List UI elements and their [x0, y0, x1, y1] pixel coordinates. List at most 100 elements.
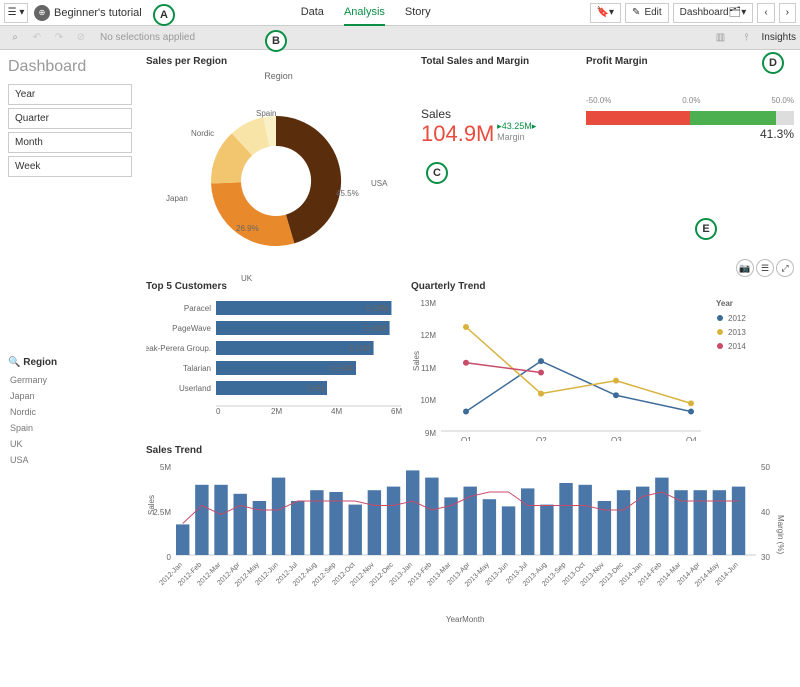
svg-text:Margin (%): Margin (%): [776, 515, 785, 554]
edit-label: Edit: [644, 7, 661, 18]
fullscreen-icon[interactable]: ⤢: [776, 259, 794, 277]
tab-story[interactable]: Story: [405, 0, 431, 26]
svg-text:PageWave: PageWave: [172, 324, 211, 333]
svg-text:4M: 4M: [331, 407, 342, 416]
snapshot-icon[interactable]: 📷: [736, 259, 754, 277]
quarterly-trend-chart[interactable]: 📷 ☰ ⤢ Quarterly Trend Sales 13M 12M 11M …: [411, 281, 794, 441]
gauge-tick: 50.0%: [771, 96, 794, 105]
top5-title: Top 5 Customers: [146, 281, 411, 292]
tab-data[interactable]: Data: [301, 0, 324, 26]
region-filter: 🔍 Region Germany Japan Nordic Spain UK U…: [8, 357, 132, 468]
callout-b: B: [265, 30, 287, 52]
gauge-tick: -50.0%: [586, 96, 611, 105]
clear-selections-icon[interactable]: ⊘: [70, 29, 92, 47]
callout-d: D: [762, 52, 784, 74]
svg-text:3.6M: 3.6M: [306, 384, 324, 393]
region-filter-title: 🔍 Region: [8, 357, 132, 368]
svg-text:Spain: Spain: [256, 109, 276, 118]
gauge-ticks: -50.0% 0.0% 50.0%: [586, 96, 794, 105]
kpi-sales-label: Sales: [421, 107, 586, 121]
prev-sheet-button[interactable]: ‹: [757, 3, 774, 23]
top5-chart[interactable]: Top 5 Customers Paracel5.69MPageWave5.63…: [146, 281, 411, 441]
kpi-title: Total Sales and Margin: [421, 56, 586, 67]
kpi-margin-value: 43.25M: [502, 121, 532, 131]
tab-analysis[interactable]: Analysis: [344, 0, 385, 26]
exploration-icon[interactable]: ☰: [756, 259, 774, 277]
svg-text:Q4: Q4: [686, 436, 697, 441]
svg-text:Deak-Perera Group.: Deak-Perera Group.: [146, 344, 211, 353]
svg-text:Userland: Userland: [179, 384, 211, 393]
svg-text:Japan: Japan: [166, 194, 188, 203]
svg-text:6M: 6M: [391, 407, 402, 416]
selections-bar: ⌕ ↶ ↷ ⊘ No selections applied ▥ ⫯ Insigh…: [0, 26, 800, 50]
svg-text:Paracel: Paracel: [184, 304, 211, 313]
svg-text:Q3: Q3: [611, 436, 622, 441]
gauge-bar: [586, 111, 794, 125]
donut-svg: 45.5% 26.9% USA UK Japan Nordic Spain: [146, 81, 411, 281]
kpi-margin: ▸43.25M▸Margin: [497, 121, 536, 142]
svg-text:2014: 2014: [728, 342, 746, 351]
region-item[interactable]: Japan: [8, 388, 132, 404]
next-sheet-button[interactable]: ›: [779, 3, 796, 23]
svg-text:5.69M: 5.69M: [366, 304, 389, 313]
donut-title: Sales per Region: [146, 56, 411, 67]
svg-text:10M: 10M: [420, 396, 436, 405]
svg-text:50: 50: [761, 463, 770, 472]
donut-chart[interactable]: Sales per Region Region 45.5% 26.9% USA …: [146, 56, 411, 281]
insights-label[interactable]: Insights: [762, 32, 796, 43]
sales-trend-chart[interactable]: Sales Trend Sales Margin (%) 5M 2.5M 0 5…: [146, 445, 794, 625]
app-title: Beginner's tutorial: [54, 7, 142, 19]
filter-week[interactable]: Week: [8, 156, 132, 177]
gauge-tick: 0.0%: [682, 96, 700, 105]
gauge-value: 41.3%: [586, 127, 794, 141]
svg-text:0: 0: [167, 553, 172, 562]
sidebar: Dashboard Year Quarter Month Week 🔍 Regi…: [0, 50, 140, 687]
sheet-dropdown-label: Dashboard: [680, 7, 729, 18]
no-selections-label: No selections applied: [100, 32, 195, 43]
kpi-sales-value: 104.9M: [421, 121, 494, 146]
selections-tool-icon[interactable]: ▥: [710, 29, 732, 47]
svg-text:4.54M: 4.54M: [331, 364, 354, 373]
region-item[interactable]: Nordic: [8, 404, 132, 420]
region-label: Region: [23, 357, 57, 368]
region-item[interactable]: UK: [8, 436, 132, 452]
qtrend-svg: Sales 13M 12M 11M 10M 9M Q1Q2Q3Q4 Year 2…: [411, 296, 781, 441]
svg-text:Nordic: Nordic: [191, 129, 214, 138]
insight-advisor-icon[interactable]: ⫯: [736, 29, 758, 47]
svg-text:2.5M: 2.5M: [153, 508, 171, 517]
main-canvas: Sales per Region Region 45.5% 26.9% USA …: [140, 50, 800, 687]
region-item[interactable]: Spain: [8, 420, 132, 436]
filter-year[interactable]: Year: [8, 84, 132, 105]
filter-quarter[interactable]: Quarter: [8, 108, 132, 129]
gauge-panel[interactable]: Profit Margin -50.0% 0.0% 50.0% 41.3%: [586, 56, 794, 281]
salestrend-svg: Sales Margin (%) 5M 2.5M 0 50 40 30 2012…: [146, 460, 786, 625]
svg-text:Q2: Q2: [536, 436, 547, 441]
salestrend-title: Sales Trend: [146, 445, 794, 456]
step-forward-icon[interactable]: ↷: [48, 29, 70, 47]
svg-text:5M: 5M: [160, 463, 171, 472]
svg-text:2012: 2012: [728, 314, 746, 323]
bookmarks-button[interactable]: 🔖▾: [590, 3, 621, 23]
step-back-icon[interactable]: ↶: [26, 29, 48, 47]
kpi-margin-label: Margin: [497, 132, 525, 142]
region-item[interactable]: USA: [8, 452, 132, 468]
svg-text:USA: USA: [371, 179, 388, 188]
svg-text:5.11M: 5.11M: [349, 344, 371, 353]
callout-a: A: [153, 4, 175, 26]
callout-e: E: [695, 218, 717, 240]
filter-month[interactable]: Month: [8, 132, 132, 153]
svg-text:Q1: Q1: [461, 436, 472, 441]
svg-text:40: 40: [761, 508, 770, 517]
qtrend-title: Quarterly Trend: [411, 281, 794, 292]
svg-text:9M: 9M: [425, 429, 436, 438]
top-toolbar: ☰ ▾ ⊕ Beginner's tutorial Data Analysis …: [0, 0, 800, 26]
callout-c: C: [426, 162, 448, 184]
sheet-dropdown[interactable]: Dashboard 🗂▾: [673, 3, 754, 23]
chart-hover-toolbar: 📷 ☰ ⤢: [736, 259, 794, 277]
app-icon: ⊕: [34, 5, 50, 21]
region-item[interactable]: Germany: [8, 372, 132, 388]
global-menu-button[interactable]: ☰ ▾: [4, 3, 28, 23]
edit-button[interactable]: ✎ Edit: [625, 3, 669, 23]
smart-search-icon[interactable]: ⌕: [4, 29, 26, 47]
top5-svg: Paracel5.69MPageWave5.63MDeak-Perera Gro…: [146, 296, 411, 426]
